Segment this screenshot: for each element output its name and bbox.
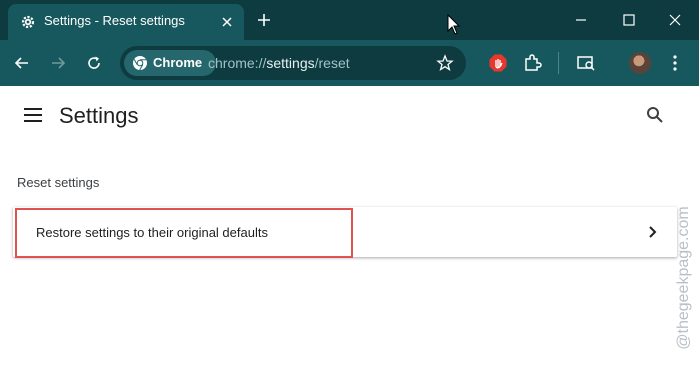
plus-icon[interactable]: [256, 12, 272, 28]
tab-strip: Settings - Reset settings: [0, 0, 699, 40]
kebab-menu-icon[interactable]: [665, 53, 685, 73]
forward-icon[interactable]: [48, 53, 68, 73]
url-scheme: chrome://: [208, 55, 267, 71]
extensions-icon[interactable]: [522, 53, 542, 73]
search-icon[interactable]: [646, 106, 664, 124]
browser-toolbar: Chrome chrome://settings/reset: [0, 40, 699, 86]
hamburger-icon[interactable]: [24, 108, 42, 122]
star-icon[interactable]: [436, 54, 454, 72]
minimize-icon[interactable]: [571, 10, 591, 30]
close-icon[interactable]: [220, 15, 234, 29]
adblock-icon[interactable]: [488, 53, 508, 73]
highlight-box: [15, 208, 353, 258]
settings-header: Settings: [0, 86, 699, 146]
toolbar-divider: [558, 52, 559, 74]
mouse-cursor-icon: [447, 14, 461, 35]
address-bar[interactable]: Chrome chrome://settings/reset: [120, 46, 466, 80]
site-info-chip[interactable]: Chrome: [124, 50, 216, 76]
avatar[interactable]: [629, 52, 651, 74]
chevron-right-icon: [649, 226, 657, 238]
reload-icon[interactable]: [84, 53, 104, 73]
back-icon[interactable]: [12, 53, 32, 73]
chrome-icon: [133, 56, 147, 71]
close-window-icon[interactable]: [665, 10, 685, 30]
watermark-text: @thegeekpage.com: [675, 206, 692, 350]
watermark: @thegeekpage.com: [671, 193, 697, 373]
section-title: Reset settings: [17, 175, 100, 190]
url-text[interactable]: chrome://settings/reset: [208, 55, 350, 71]
tab-settings[interactable]: Settings - Reset settings: [8, 4, 244, 40]
cast-search-icon[interactable]: [576, 53, 596, 73]
chip-label: Chrome: [153, 55, 203, 70]
gear-icon: [21, 15, 35, 29]
maximize-icon[interactable]: [619, 10, 639, 30]
url-host: settings: [266, 55, 315, 71]
url-path: /reset: [314, 55, 350, 71]
tab-title: Settings - Reset settings: [44, 13, 185, 28]
page-title: Settings: [59, 103, 139, 128]
